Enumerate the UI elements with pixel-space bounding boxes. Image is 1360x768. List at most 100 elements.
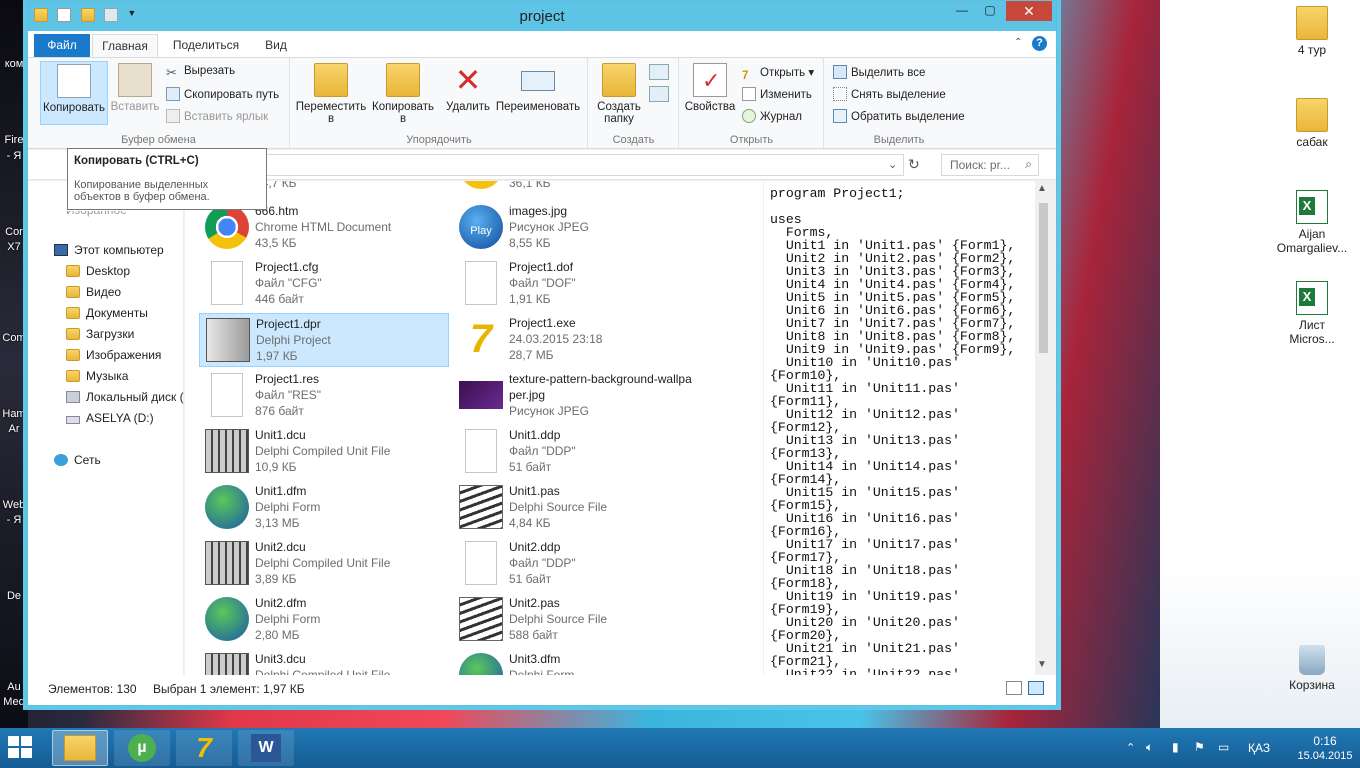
desktop-left-label[interactable]: Fire (0, 134, 28, 146)
desktop-left-label[interactable]: Ar (0, 423, 28, 435)
file-item[interactable]: Unit2.ddp Файл "DDP" 51 байт (453, 537, 703, 591)
file-item[interactable]: Project1.cfg Файл "CFG" 446 байт (199, 257, 449, 311)
desktop-left-label[interactable]: Web (0, 499, 28, 511)
desktop-left-label[interactable]: ком (0, 58, 28, 70)
title-bar[interactable]: ▼ project — ▢ ✕ (28, 1, 1056, 31)
taskbar-explorer[interactable] (52, 730, 108, 766)
scroll-up-icon[interactable]: ▲ (1037, 183, 1047, 194)
file-item[interactable]: Unit1.dcu Delphi Compiled Unit File 10,9 К… (199, 425, 449, 479)
file-type: Файл "DDP" (509, 556, 576, 570)
easy-access-icon[interactable] (649, 86, 669, 102)
taskbar-word[interactable]: W (238, 730, 294, 766)
nav-item-music[interactable]: Музыка (66, 369, 128, 383)
desktop-folder-sabak[interactable]: сабак (1272, 98, 1352, 149)
desktop-folder-4tur[interactable]: 4 тур (1272, 6, 1352, 57)
file-item[interactable]: texture-pattern-background-wallpa per.jpg… (453, 369, 703, 423)
search-input[interactable]: Поиск: pr... ⌕ (941, 154, 1039, 176)
scroll-down-icon[interactable]: ▼ (1037, 659, 1047, 670)
show-hidden-icons[interactable]: ⌃ (1126, 741, 1135, 768)
tab-home[interactable]: Главная (92, 34, 158, 57)
open-button[interactable]: 7 Открыть ▾ (742, 65, 814, 84)
desktop-left-label[interactable]: Med (0, 696, 28, 708)
tab-view[interactable]: Вид (254, 34, 298, 57)
file-item[interactable]: Unit1.ddp Файл "DDP" 51 байт (453, 425, 703, 479)
volume-icon[interactable]: 🔈︎ (1146, 740, 1153, 768)
desktop-left-label[interactable]: Cor (0, 226, 28, 238)
details-view-icon[interactable] (1006, 681, 1022, 695)
desktop-left-label[interactable]: Com (0, 332, 28, 344)
file-item[interactable]: Unit1.dfm Delphi Form 3,13 МБ (199, 481, 449, 535)
nav-item-pictures[interactable]: Изображения (66, 348, 161, 362)
properties-button[interactable]: ✓ Свойства (682, 61, 738, 113)
file-item[interactable]: Project1.res Файл "RES" 876 байт (199, 369, 449, 423)
file-item[interactable]: Play images.jpg Рисунок JPEG 8,55 КБ (453, 201, 703, 255)
rename-button[interactable]: Переименовать (493, 61, 583, 113)
taskbar-delphi[interactable]: 7 (176, 730, 232, 766)
desktop-left-label[interactable]: X7 (0, 241, 28, 253)
desktop-left-label[interactable]: De (0, 590, 28, 602)
large-icons-view-icon[interactable] (1028, 681, 1044, 695)
desktop-left-label[interactable]: - Я (0, 514, 28, 526)
nav-item-video[interactable]: Видео (66, 285, 121, 299)
file-item[interactable]: Unit3.dcu Delphi Compiled Unit File (199, 649, 449, 675)
copy-to-button[interactable]: Копировать в (369, 61, 437, 125)
file-item[interactable]: 36,1 КБ (453, 181, 703, 195)
nav-item-downloads[interactable]: Загрузки (66, 327, 134, 341)
file-item[interactable]: Unit2.dfm Delphi Form 2,80 МБ (199, 593, 449, 647)
file-item[interactable]: Project1.dof Файл "DOF" 1,91 КБ (453, 257, 703, 311)
move-to-button[interactable]: Переместить в (295, 61, 367, 125)
desktop-recycle-bin[interactable]: Корзина (1272, 645, 1352, 692)
nav-item-this-pc[interactable]: Этот компьютер (54, 243, 164, 257)
refresh-icon[interactable]: ↻ (908, 156, 920, 173)
new-item-icon[interactable] (649, 64, 669, 80)
nav-item-documents[interactable]: Документы (66, 306, 148, 320)
desktop-left-label[interactable]: - Я (0, 150, 28, 162)
file-item[interactable]: Unit2.dcu Delphi Compiled Unit File 3,89 К… (199, 537, 449, 591)
tooltip-line: Копирование выделенных (74, 179, 209, 191)
delete-button[interactable]: ✕ Удалить (445, 61, 491, 113)
scrollbar-thumb[interactable] (1039, 203, 1048, 353)
clock-date[interactable]: 15.04.2015 (1295, 750, 1355, 768)
file-item[interactable]: 7 Project1.exe 24.03.2015 23:18 28,7 МБ (453, 313, 703, 367)
tab-file[interactable]: Файл (34, 34, 90, 57)
invert-selection-button[interactable]: Обратить выделение (833, 109, 965, 123)
nav-item-desktop[interactable]: Desktop (66, 264, 130, 278)
file-item-selected[interactable]: Project1.dpr Delphi Project 1,97 КБ (199, 313, 449, 367)
new-folder-button[interactable]: Создать папку (593, 61, 645, 125)
taskbar-utorrent[interactable]: µ (114, 730, 170, 766)
file-item[interactable]: Unit3.dfm Delphi Form (453, 649, 703, 675)
cut-button[interactable]: ✂ Вырезать (166, 65, 235, 80)
minimize-button[interactable]: — (948, 1, 976, 21)
edit-button[interactable]: Изменить (742, 87, 812, 101)
chevron-down-icon[interactable]: ⌄ (888, 158, 897, 171)
close-button[interactable]: ✕ (1006, 1, 1052, 21)
help-icon[interactable]: ? (1032, 36, 1047, 51)
network-signal-icon[interactable]: ▮ (1172, 740, 1179, 768)
usb-icon[interactable]: ▭ (1218, 740, 1229, 768)
file-item[interactable]: Unit1.pas Delphi Source File 4,84 КБ (453, 481, 703, 535)
desktop-excel-list[interactable]: Лист Micros... (1272, 281, 1352, 346)
desktop-excel-aijan[interactable]: Aijan Omargaliev... (1272, 190, 1352, 255)
history-button[interactable]: Журнал (742, 109, 802, 123)
paste-shortcut-button[interactable]: Вставить ярлык (166, 109, 268, 123)
paste-button[interactable]: Вставить (110, 61, 160, 113)
start-button[interactable] (8, 736, 34, 760)
tab-share[interactable]: Поделиться (166, 34, 246, 57)
preview-scrollbar[interactable]: ▲ ▼ (1035, 181, 1052, 675)
select-all-button[interactable]: Выделить все (833, 65, 925, 79)
file-item[interactable]: Unit2.pas Delphi Source File 588 байт (453, 593, 703, 647)
language-indicator[interactable]: ҚАЗ (1248, 741, 1270, 768)
desktop-left-label[interactable]: Ham (0, 408, 28, 420)
copy-button[interactable]: Копировать (40, 61, 108, 125)
nav-item-aselya[interactable]: ASELYA (D:) (66, 411, 154, 425)
file-size: 8,55 КБ (509, 236, 551, 250)
action-center-flag-icon[interactable]: ⚑ (1194, 740, 1205, 768)
nav-item-local-disk[interactable]: Локальный диск ( (66, 390, 184, 404)
desktop-left-label[interactable]: Au (0, 681, 28, 693)
nav-item-network[interactable]: Сеть (54, 453, 101, 467)
copy-path-button[interactable]: Скопировать путь (166, 87, 279, 101)
maximize-button[interactable]: ▢ (976, 1, 1004, 21)
select-none-button[interactable]: Снять выделение (833, 87, 946, 101)
address-bar[interactable] (240, 154, 904, 176)
chevron-up-icon[interactable]: ⌃ (1014, 37, 1022, 48)
